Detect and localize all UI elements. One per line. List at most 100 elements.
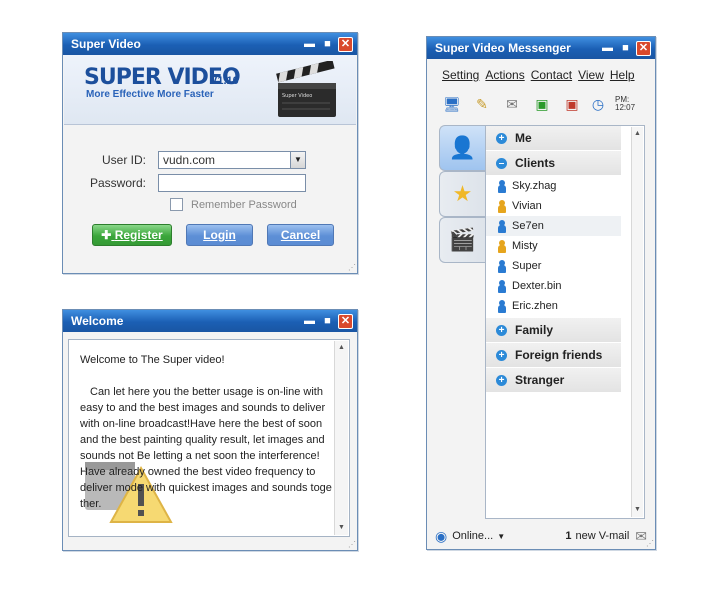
- group-foreign-friends[interactable]: + Foreign friends: [486, 343, 621, 368]
- password-label: Password:: [89, 176, 146, 190]
- clock-icon: ◷: [591, 96, 605, 112]
- contact-item[interactable]: Misty: [486, 236, 621, 256]
- resize-grip[interactable]: ⋰: [348, 540, 356, 549]
- tab-contacts[interactable]: 👤: [439, 125, 485, 171]
- male-user-icon: [498, 179, 506, 193]
- menu-bar: Setting Actions Contact View Help: [439, 68, 638, 82]
- contact-name: Se7en: [512, 220, 544, 232]
- status-selector[interactable]: Online...: [452, 530, 493, 542]
- tab-video[interactable]: 🎬: [439, 217, 485, 263]
- contact-item[interactable]: Sky.zhag: [486, 176, 621, 196]
- toolbar: 🖥 ✎ ✉ ▣ ▣ ◷ PM: 12:07: [441, 95, 635, 113]
- contact-item[interactable]: Se7en: [486, 216, 621, 236]
- chevron-down-icon[interactable]: ▼: [290, 152, 305, 168]
- side-tabs: 👤 ★ 🎬: [439, 125, 485, 263]
- maximize-button[interactable]: ■: [320, 37, 335, 52]
- scroll-up-icon[interactable]: ▲: [632, 127, 643, 141]
- scroll-up-icon[interactable]: ▲: [335, 341, 348, 355]
- contact-name: Vivian: [512, 200, 542, 212]
- resize-grip[interactable]: ⋰: [348, 263, 356, 272]
- remember-checkbox[interactable]: [170, 198, 183, 211]
- menu-actions[interactable]: Actions: [482, 68, 527, 82]
- screen-share-icon[interactable]: 🖥: [441, 95, 463, 113]
- password-field[interactable]: [158, 174, 306, 192]
- collapse-icon[interactable]: –: [496, 157, 507, 169]
- tab-favorites[interactable]: ★: [439, 171, 485, 217]
- edit-note-icon[interactable]: ✎: [471, 95, 493, 113]
- close-button[interactable]: ✕: [338, 313, 353, 329]
- clapperboard-icon: 🎬: [448, 227, 477, 252]
- chevron-down-icon[interactable]: ▼: [497, 532, 505, 541]
- star-icon: ★: [452, 181, 473, 206]
- user-id-combobox[interactable]: vudn.com ▼: [158, 151, 306, 169]
- messenger-window: Super Video Messenger ▬ ■ ✕ Setting Acti…: [426, 36, 656, 550]
- expand-icon[interactable]: +: [496, 349, 507, 361]
- male-user-icon: [498, 259, 506, 273]
- male-user-icon: [498, 299, 506, 313]
- clock-readout: PM: 12:07: [615, 96, 635, 112]
- menu-contact[interactable]: Contact: [528, 68, 575, 82]
- menu-help[interactable]: Help: [607, 68, 638, 82]
- welcome-scrollbar[interactable]: ▲ ▼: [334, 341, 348, 535]
- login-label: Login: [203, 228, 236, 242]
- male-user-icon: [498, 279, 506, 293]
- group-label: Foreign friends: [515, 348, 603, 362]
- register-button[interactable]: ✚ Register: [92, 224, 172, 246]
- maximize-button[interactable]: ■: [618, 41, 633, 56]
- contact-item[interactable]: Super: [486, 256, 621, 276]
- group-label: Stranger: [515, 373, 565, 387]
- scroll-down-icon[interactable]: ▼: [632, 503, 643, 517]
- maximize-button[interactable]: ■: [320, 314, 335, 329]
- close-button[interactable]: ✕: [338, 36, 353, 52]
- login-button[interactable]: Login: [186, 224, 253, 246]
- expand-icon[interactable]: +: [496, 324, 507, 336]
- welcome-paragraph: Can let here you the better usage is on-…: [80, 386, 332, 510]
- group-me[interactable]: + Me: [486, 126, 621, 151]
- vmail-count: 1: [565, 530, 572, 542]
- contact-name: Misty: [512, 240, 538, 252]
- female-user-icon: [498, 199, 506, 213]
- group-stranger[interactable]: + Stranger: [486, 368, 621, 393]
- minimize-button[interactable]: ▬: [600, 41, 615, 56]
- welcome-titlebar[interactable]: Welcome ▬ ■ ✕: [63, 310, 357, 332]
- vmail-label[interactable]: new V-mail: [575, 530, 629, 542]
- add-video-icon[interactable]: ▣: [531, 95, 553, 113]
- menu-view[interactable]: View: [575, 68, 607, 82]
- female-user-icon: [498, 239, 506, 253]
- minimize-button[interactable]: ▬: [302, 314, 317, 329]
- cancel-button[interactable]: Cancel: [267, 224, 334, 246]
- register-label: Register: [114, 228, 163, 242]
- group-label: Clients: [515, 156, 556, 170]
- expand-icon[interactable]: +: [496, 374, 507, 386]
- mail-icon[interactable]: ✉: [501, 95, 523, 113]
- contact-name: Super: [512, 260, 542, 272]
- login-window: Super Video ▬ ■ ✕ SUPER VIDEO V1.10 More…: [62, 32, 358, 274]
- plus-icon: ✚: [101, 228, 112, 242]
- login-titlebar[interactable]: Super Video ▬ ■ ✕: [63, 33, 357, 55]
- resize-grip[interactable]: ⋰: [646, 539, 654, 548]
- user-id-row: User ID: vudn.com ▼: [63, 151, 306, 169]
- remove-video-icon[interactable]: ▣: [561, 95, 583, 113]
- welcome-textbox[interactable]: Welcome to The Super video! Can let here…: [68, 339, 350, 537]
- messenger-titlebar[interactable]: Super Video Messenger ▬ ■ ✕: [427, 37, 655, 59]
- contact-item[interactable]: Eric.zhen: [486, 296, 621, 316]
- contact-name: Sky.zhag: [512, 180, 557, 192]
- expand-icon[interactable]: +: [496, 132, 507, 144]
- clapperboard-icon: Super Video: [276, 61, 336, 117]
- close-button[interactable]: ✕: [636, 40, 651, 56]
- welcome-title: Welcome: [71, 314, 124, 328]
- group-clients[interactable]: – Clients: [486, 151, 621, 176]
- group-family[interactable]: + Family: [486, 318, 621, 343]
- contact-name: Eric.zhen: [512, 300, 558, 312]
- welcome-heading: Welcome to The Super video!: [80, 354, 225, 366]
- contact-item[interactable]: Dexter.bin: [486, 276, 621, 296]
- remember-row[interactable]: Remember Password: [170, 198, 297, 211]
- contact-item[interactable]: Vivian: [486, 196, 621, 216]
- contacts-monitor-icon: 👤: [448, 135, 477, 160]
- menu-setting[interactable]: Setting: [439, 68, 482, 82]
- minimize-button[interactable]: ▬: [302, 37, 317, 52]
- scroll-down-icon[interactable]: ▼: [335, 521, 348, 535]
- contact-scrollbar[interactable]: ▲ ▼: [631, 127, 643, 517]
- contact-list[interactable]: + Me – Clients Sky.zhag Vivian Se7en Misty…: [485, 125, 645, 519]
- contact-name: Dexter.bin: [512, 280, 562, 292]
